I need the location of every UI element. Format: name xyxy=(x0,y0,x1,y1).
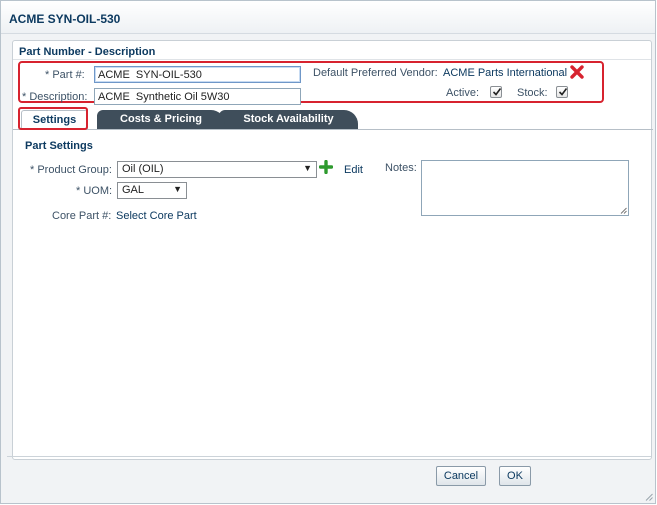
dialog-titlebar: ACME SYN-OIL-530 xyxy=(1,1,655,34)
tab-divider xyxy=(13,129,653,130)
settings-tab-highlight xyxy=(18,107,88,130)
checkbox-check-icon xyxy=(558,88,568,96)
tab-strip: Stock Availability Costs & Pricing Setti… xyxy=(13,108,653,130)
resize-grip-icon[interactable] xyxy=(620,207,627,214)
uom-select[interactable]: GAL ▼ xyxy=(117,182,187,199)
dialog-window: ACME SYN-OIL-530 Part Number - Descripti… xyxy=(0,0,656,504)
dialog-title: ACME SYN-OIL-530 xyxy=(9,12,121,26)
product-group-label: * Product Group: xyxy=(30,164,112,176)
dropdown-arrow-icon: ▼ xyxy=(303,163,312,173)
notes-textarea[interactable] xyxy=(421,160,629,216)
dropdown-arrow-icon: ▼ xyxy=(173,184,182,194)
part-section-header: Part Number - Description xyxy=(19,46,156,58)
vendor-value[interactable]: ACME Parts International xyxy=(443,67,567,79)
checkbox-check-icon xyxy=(492,88,502,96)
header-divider xyxy=(13,59,651,60)
ok-button[interactable]: OK xyxy=(499,466,531,486)
part-settings-title: Part Settings xyxy=(25,140,93,152)
description-input[interactable] xyxy=(94,88,301,105)
active-checkbox[interactable] xyxy=(490,86,502,98)
uom-label: * UOM: xyxy=(76,185,113,197)
part-number-input[interactable] xyxy=(94,66,301,83)
stock-label: Stock: xyxy=(517,87,548,99)
vendor-label: Default Preferred Vendor: xyxy=(313,67,438,79)
product-group-select[interactable]: Oil (OIL) ▼ xyxy=(117,161,317,178)
tab-costs-pricing[interactable]: Costs & Pricing xyxy=(97,110,225,130)
edit-link[interactable]: Edit xyxy=(344,164,363,176)
product-group-value: Oil (OIL) xyxy=(122,163,164,175)
cancel-button[interactable]: Cancel xyxy=(436,466,486,486)
footer-divider xyxy=(7,456,651,457)
active-label: Active: xyxy=(446,87,480,99)
tab-stock-availability[interactable]: Stock Availability xyxy=(219,110,358,130)
select-core-part-link[interactable]: Select Core Part xyxy=(116,210,197,222)
add-icon[interactable] xyxy=(319,160,333,174)
main-panel: Part Number - Description * Part #: * De… xyxy=(12,40,653,460)
window-resize-icon[interactable] xyxy=(645,493,653,501)
uom-value: GAL xyxy=(122,184,145,196)
core-part-label: Core Part #: xyxy=(52,210,112,222)
part-number-label: * Part #: xyxy=(45,69,85,81)
remove-vendor-icon[interactable] xyxy=(570,65,584,79)
description-label: * Description: xyxy=(22,91,88,103)
notes-label: Notes: xyxy=(385,162,417,174)
stock-checkbox[interactable] xyxy=(556,86,568,98)
